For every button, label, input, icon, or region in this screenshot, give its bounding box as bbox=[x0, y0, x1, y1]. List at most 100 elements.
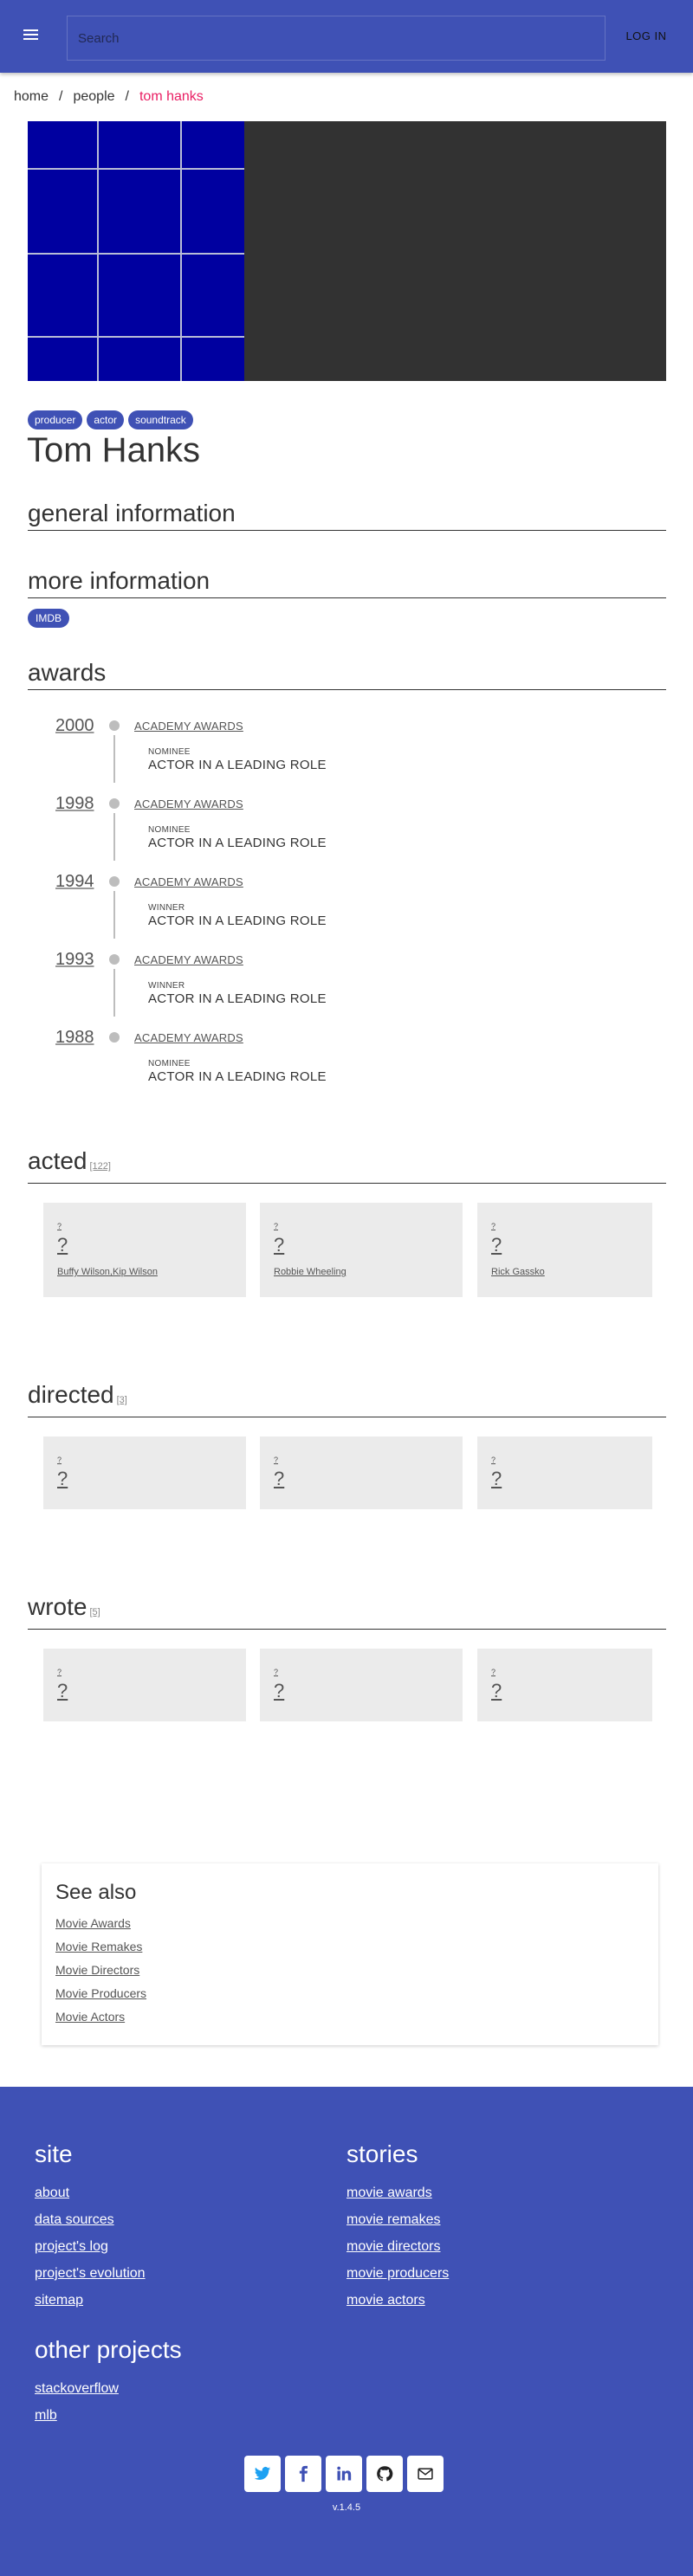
github-icon[interactable] bbox=[366, 2456, 403, 2492]
wrote-card[interactable]: ? ? bbox=[260, 1649, 463, 1721]
directed-count[interactable]: [3] bbox=[117, 1395, 127, 1405]
card-title: ? bbox=[491, 1680, 502, 1701]
footer-stories-links: movie awards movie remakes movie directo… bbox=[346, 2179, 449, 2314]
directed-heading: directed [3] bbox=[28, 1380, 666, 1417]
login-button[interactable]: LOG IN bbox=[620, 26, 672, 47]
wrote-card[interactable]: ? ? bbox=[477, 1649, 652, 1721]
footer-link-movie-directors[interactable]: movie directors bbox=[346, 2233, 449, 2260]
card-title: ? bbox=[57, 1680, 68, 1701]
breadcrumb-separator: / bbox=[59, 89, 63, 104]
see-also-link[interactable]: Movie Remakes bbox=[55, 1935, 146, 1959]
footer-link-movie-actors[interactable]: movie actors bbox=[346, 2287, 449, 2314]
footer-stories-title: stories bbox=[346, 2140, 418, 2167]
award-organization[interactable]: ACADEMY AWARDS bbox=[134, 875, 243, 888]
social-links bbox=[244, 2456, 444, 2492]
card-title: ? bbox=[491, 1234, 502, 1256]
see-also-link[interactable]: Movie Directors bbox=[55, 1959, 146, 1982]
card-title: ? bbox=[274, 1680, 285, 1701]
see-also-link[interactable]: Movie Producers bbox=[55, 1982, 146, 2005]
footer-link-projects-evolution[interactable]: project's evolution bbox=[35, 2260, 146, 2287]
card-role: Buffy Wilson,Kip Wilson bbox=[57, 1267, 158, 1277]
menu-icon[interactable] bbox=[19, 23, 43, 47]
wrote-count[interactable]: [5] bbox=[89, 1607, 100, 1617]
card-role: Robbie Wheeling bbox=[274, 1267, 346, 1277]
award-status: NOMINEE bbox=[148, 747, 191, 757]
facebook-icon[interactable] bbox=[285, 2456, 321, 2492]
directed-card[interactable]: ? ? bbox=[43, 1436, 246, 1509]
footer-link-movie-awards[interactable]: movie awards bbox=[346, 2179, 449, 2206]
breadcrumb-home[interactable]: home bbox=[14, 89, 49, 105]
award-year[interactable]: 1994 bbox=[55, 872, 94, 892]
footer-link-movie-remakes[interactable]: movie remakes bbox=[346, 2206, 449, 2233]
more-information-heading: more information bbox=[28, 566, 666, 598]
footer-site-links: about data sources project's log project… bbox=[35, 2179, 146, 2314]
directed-card[interactable]: ? ? bbox=[477, 1436, 652, 1509]
see-also-link[interactable]: Movie Actors bbox=[55, 2005, 146, 2029]
wrote-heading: wrote [5] bbox=[28, 1592, 666, 1630]
award-item: 1993 ACADEMY AWARDS WINNER ACTOR IN A LE… bbox=[28, 950, 634, 1028]
profile-image bbox=[28, 121, 244, 381]
award-year[interactable]: 1998 bbox=[55, 794, 94, 814]
see-also-title: See also bbox=[55, 1881, 137, 1904]
card-label: ? bbox=[491, 1456, 496, 1464]
footer-link-stackoverflow[interactable]: stackoverflow bbox=[35, 2375, 119, 2402]
general-information-heading: general information bbox=[28, 499, 666, 531]
timeline-dot bbox=[109, 720, 120, 731]
acted-card[interactable]: ? ? Robbie Wheeling bbox=[260, 1203, 463, 1297]
backdrop-image bbox=[244, 121, 666, 381]
acted-heading: acted [122] bbox=[28, 1146, 666, 1184]
award-status: WINNER bbox=[148, 903, 185, 913]
wrote-card[interactable]: ? ? bbox=[43, 1649, 246, 1721]
card-label: ? bbox=[491, 1668, 496, 1676]
acted-card[interactable]: ? ? Buffy Wilson,Kip Wilson bbox=[43, 1203, 246, 1297]
directed-card[interactable]: ? ? bbox=[260, 1436, 463, 1509]
card-label: ? bbox=[274, 1668, 279, 1676]
award-organization[interactable]: ACADEMY AWARDS bbox=[134, 1031, 243, 1044]
heading-text: more information bbox=[28, 567, 210, 594]
timeline-dot bbox=[109, 876, 120, 887]
footer-link-projects-log[interactable]: project's log bbox=[35, 2233, 146, 2260]
see-also-link[interactable]: Movie Awards bbox=[55, 1912, 146, 1935]
award-year[interactable]: 2000 bbox=[55, 716, 94, 736]
footer-link-data-sources[interactable]: data sources bbox=[35, 2206, 146, 2233]
awards-heading: awards bbox=[28, 658, 666, 690]
search-input[interactable] bbox=[68, 16, 605, 60]
award-category: ACTOR IN A LEADING ROLE bbox=[148, 1069, 327, 1084]
award-organization[interactable]: ACADEMY AWARDS bbox=[134, 720, 243, 733]
acted-card[interactable]: ? ? Rick Gassko bbox=[477, 1203, 652, 1297]
award-year[interactable]: 1988 bbox=[55, 1028, 94, 1048]
breadcrumb-people[interactable]: people bbox=[73, 89, 114, 105]
breadcrumb-current: tom hanks bbox=[139, 89, 204, 104]
award-organization[interactable]: ACADEMY AWARDS bbox=[134, 953, 243, 966]
person-name: Tom Hanks bbox=[27, 431, 201, 469]
card-label: ? bbox=[274, 1456, 279, 1464]
breadcrumb: home / people / tom hanks bbox=[14, 89, 204, 105]
award-category: ACTOR IN A LEADING ROLE bbox=[148, 836, 327, 850]
award-status: NOMINEE bbox=[148, 825, 191, 835]
role-chip-soundtrack[interactable]: soundtrack bbox=[128, 410, 193, 429]
timeline-dot bbox=[109, 1032, 120, 1043]
top-app-bar: LOG IN bbox=[0, 0, 693, 73]
heading-text: wrote bbox=[28, 1593, 87, 1620]
footer-link-sitemap[interactable]: sitemap bbox=[35, 2287, 146, 2314]
acted-count[interactable]: [122] bbox=[90, 1161, 111, 1172]
award-organization[interactable]: ACADEMY AWARDS bbox=[134, 797, 243, 810]
footer-link-movie-producers[interactable]: movie producers bbox=[346, 2260, 449, 2287]
footer-link-about[interactable]: about bbox=[35, 2179, 146, 2206]
award-item: 1988 ACADEMY AWARDS NOMINEE ACTOR IN A L… bbox=[28, 1028, 634, 1106]
linkedin-icon[interactable] bbox=[326, 2456, 362, 2492]
award-year[interactable]: 1993 bbox=[55, 950, 94, 970]
award-item: 1994 ACADEMY AWARDS WINNER ACTOR IN A LE… bbox=[28, 872, 634, 950]
role-chip-actor[interactable]: actor bbox=[87, 410, 125, 429]
card-role: Rick Gassko bbox=[491, 1267, 545, 1277]
timeline-dot bbox=[109, 954, 120, 965]
imdb-link[interactable]: IMDB bbox=[28, 609, 69, 628]
card-label: ? bbox=[57, 1456, 62, 1464]
email-icon[interactable] bbox=[407, 2456, 444, 2492]
role-chip-producer[interactable]: producer bbox=[28, 410, 83, 429]
footer-link-mlb[interactable]: mlb bbox=[35, 2402, 119, 2429]
footer-site-title: site bbox=[35, 2140, 73, 2167]
card-title: ? bbox=[57, 1234, 68, 1256]
twitter-icon[interactable] bbox=[244, 2456, 281, 2492]
card-title: ? bbox=[57, 1468, 68, 1489]
